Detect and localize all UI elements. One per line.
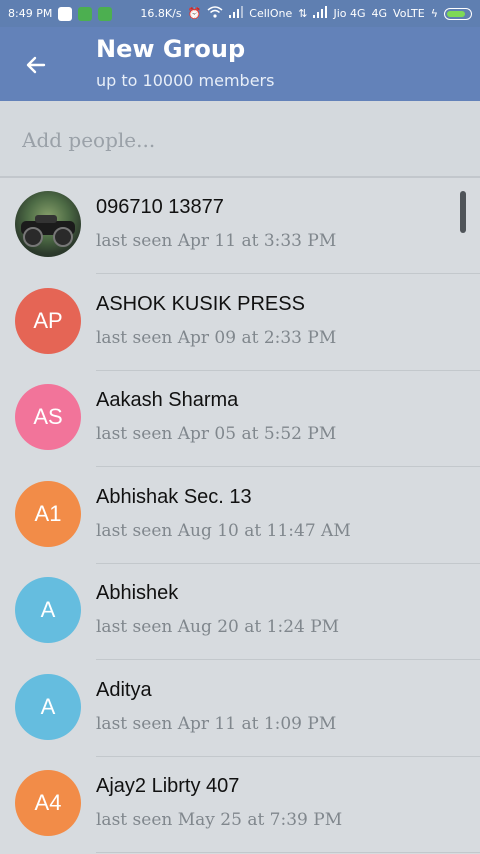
app-bar: New Group up to 10000 members (0, 27, 480, 101)
volte-label: VoLTE (393, 7, 425, 20)
net-speed: 16.8K/s (140, 7, 182, 20)
contact-name: ASHOK KUSIK PRESS (96, 292, 305, 315)
contact-last-seen: last seen Apr 11 at 3:33 PM (96, 231, 337, 251)
contact-row[interactable]: A4 Ajay2 Librty 407 last seen May 25 at 7:… (0, 757, 480, 853)
contact-row[interactable]: A Aditya last seen Apr 11 at 1:09 PM (0, 661, 480, 757)
contact-last-seen: last seen Aug 10 at 11:47 AM (96, 520, 351, 541)
notification-alarm-app-icon (78, 6, 93, 21)
contact-avatar: A (15, 673, 81, 740)
status-time: 8:49 PM (8, 7, 53, 20)
wifi-icon (207, 6, 223, 21)
contact-name: Ajay2 Librty 407 (96, 775, 240, 797)
add-people-section (0, 101, 480, 177)
contact-avatar: AP (15, 287, 81, 354)
scrollbar[interactable] (460, 191, 466, 233)
contact-row[interactable]: AS Aakash Sharma last seen Apr 05 at 5:52 … (0, 371, 480, 467)
signal-icon-2 (313, 6, 328, 21)
notification-app-icon (58, 6, 73, 21)
contact-row[interactable]: A1 Abhishak Sec. 13 last seen Aug 10 at 11… (0, 468, 480, 564)
contact-row[interactable]: A Abhishek last seen Aug 20 at 1:24 PM (0, 564, 480, 660)
contact-last-seen: last seen Aug 20 at 1:24 PM (96, 617, 340, 637)
carrier-2: Jio 4G (333, 7, 366, 20)
contact-avatar: A4 (15, 770, 81, 836)
page-title: New Group (96, 35, 246, 63)
carrier-1: CellOne (249, 7, 293, 20)
network-type: 4G (371, 7, 388, 20)
notification-lock-app-icon (98, 6, 113, 21)
contact-name: Aakash Sharma (96, 389, 239, 411)
arrow-left-icon (26, 56, 46, 74)
contact-last-seen: last seen May 25 at 7:39 PM (96, 810, 343, 830)
contact-avatar: A (15, 577, 81, 643)
alarm-icon: ⏰ (187, 7, 202, 20)
battery-icon (444, 7, 472, 20)
contact-last-seen: last seen Apr 09 at 2:33 PM (96, 327, 337, 348)
contact-name: Aditya (96, 678, 152, 701)
contact-avatar: AS (15, 384, 81, 450)
signal-icon (229, 6, 244, 21)
contact-name: 096710 13877 (96, 196, 224, 218)
status-bar: 8:49 PM 16.8K/s ⏰ CellOne ⇅ Jio 4G 4G Vo… (0, 0, 480, 27)
data-arrows-icon: ⇅ (298, 7, 308, 20)
page-subtitle: up to 10000 members (96, 71, 275, 90)
contact-name: Abhishek (96, 582, 179, 604)
contact-last-seen: last seen Apr 11 at 1:09 PM (96, 713, 337, 734)
contact-row[interactable]: AP ASHOK KUSIK PRESS last seen Apr 09 at 2… (0, 275, 480, 371)
contact-avatar: A1 (15, 480, 81, 547)
row-divider (96, 852, 480, 853)
add-people-input[interactable] (22, 125, 452, 155)
back-button[interactable] (16, 45, 56, 85)
contact-photo-avatar (15, 191, 81, 257)
contact-list[interactable]: 096710 13877 last seen Apr 11 at 3:33 PM A… (0, 178, 480, 854)
contact-name: Abhishak Sec. 13 (96, 485, 252, 508)
contact-last-seen: last seen Apr 05 at 5:52 PM (96, 424, 337, 444)
charging-icon: ϟ (430, 7, 438, 20)
contact-row[interactable]: 096710 13877 last seen Apr 11 at 3:33 PM (0, 178, 480, 274)
